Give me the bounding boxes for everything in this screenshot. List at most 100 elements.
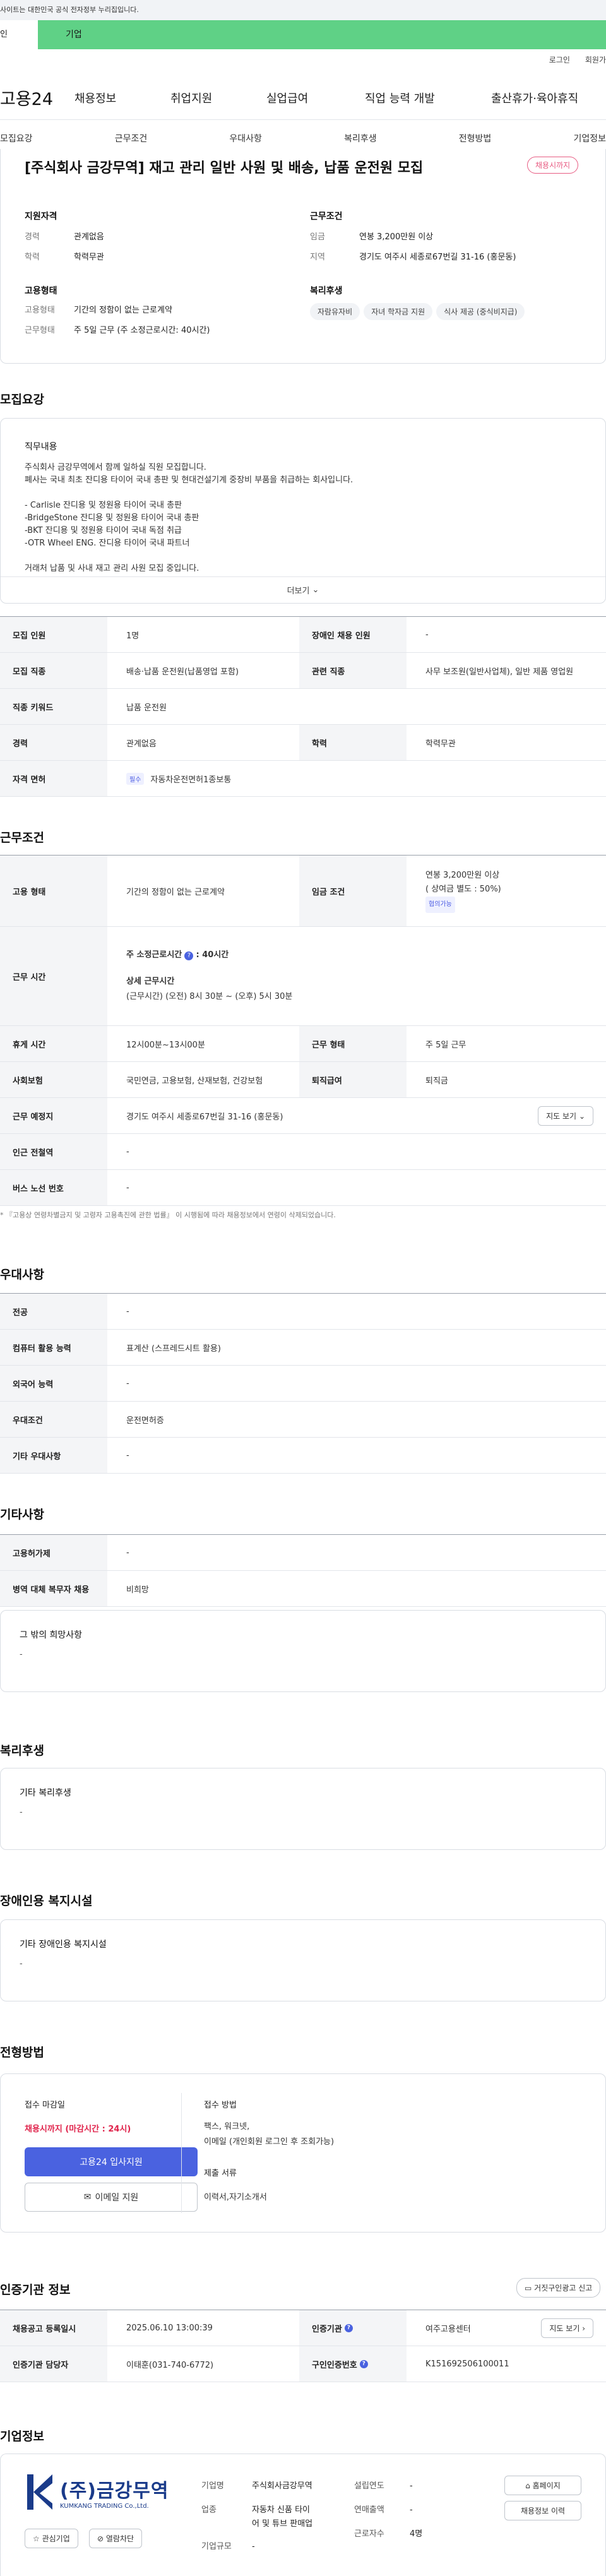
pref-table: 전공 - 컴퓨터 활용 능력 표계산 (스프레드시트 활용) 외국어 능력 - 우대조… [0,1293,606,1474]
welfare-tag: 자람유자비 [310,303,360,320]
map-button[interactable]: 지도 보기 ⌄ [538,1106,593,1126]
career-value: 관계없음 [74,232,104,242]
block-company-button[interactable]: ⊘ 열람차단 [89,2529,143,2548]
report-button[interactable]: ▭ 거짓구인광고 신고 [516,2278,601,2298]
gov-notice-banner: 사이트는 대한민국 공식 전자정부 누리집입니다. [0,0,606,20]
required-badge: 필수 [126,772,145,785]
job-description-card: 직무내용 주식회사 금강무역에서 함께 일하실 직원 모집합니다. 폐사는 국내 … [0,418,606,604]
company-info-col2: 설립연도 - 연매출액 - 근로자수 4명 [354,2481,423,2539]
company-card: (주)금강무역 KUMKANG TRADING Co.,Ltd. ☆ 관심기업 … [0,2454,606,2576]
favorite-company-button[interactable]: ☆ 관심기업 [25,2529,78,2548]
edu-value: 학력무관 [74,253,104,262]
qual-list: 경력 관계없음 학력 학력무관 [25,227,104,268]
tab-work-conditions[interactable]: 근무조건 [115,132,148,145]
info-icon[interactable]: ? [359,2359,368,2368]
process-card: 접수 마감일 채용시까지 (마감시간 : 24시) 고용24 입사지원 ✉ 이메일… [0,2073,606,2233]
info-icon[interactable]: ? [344,2323,353,2332]
email-apply-button[interactable]: ✉ 이메일 지원 [25,2183,198,2212]
tab-recruit[interactable]: 모집요강 [0,132,33,145]
cond-list: 임금 연봉 3,200만원 이상 지역 경기도 여주시 세종로67번길 31-16 … [310,227,516,268]
job-desc-text: 주식회사 금강무역에서 함께 일하실 직원 모집합니다. 폐사는 국내 최초 잔디… [25,463,354,573]
tab-company[interactable]: 기업 [38,20,82,49]
welfare-tags: 자람유자비 자녀 학자금 지원 식사 제공 (중식비지급) [310,303,528,320]
job-summary-card: [주식회사 금강무역] 재고 관리 일반 사원 및 배송, 납품 운전원 모집 … [0,149,606,364]
qual-heading: 지원자격 [25,212,57,222]
gnb-item-jobs[interactable]: 채용정보 [74,90,170,106]
table-row: 고용 형태 기간의 정함이 없는 근로계약 임금 조건 연봉 3,200만원 이상… [0,856,606,927]
cert-table: 채용공고 등록일시 2025.06.10 13:00:39 인증기관? 여주고용센… [0,2310,606,2382]
table-row: 사회보험 국민연금, 고용보험, 산재보험, 건강보험 퇴직급여 퇴직금 [0,1062,606,1098]
apply-button[interactable]: 고용24 입사지원 [25,2147,198,2176]
divider [181,2093,182,2213]
site-logo[interactable]: 고용24 [0,85,74,110]
company-logo-mark [27,2474,52,2510]
welfare-section-title: 복리후생 [0,1744,44,1758]
table-row: 근무 시간 주 소정근로시간 ? : 40시간 상세 근무시간 (근무시간) (… [0,927,606,1026]
chevron-down-icon: ⌄ [312,585,319,595]
homepage-button[interactable]: ⌂ 홈페이지 [504,2476,581,2495]
negotiable-badge: 협의가능 [425,897,455,913]
welfare-box: 기타 복리후생 - [0,1768,606,1850]
other-section-title: 기타사항 [0,1508,44,1522]
gov-notice-text: 사이트는 대한민국 공식 전자정부 누리집입니다. [0,6,139,14]
chevron-down-icon: ⌄ [578,1111,585,1121]
gnb-item-employment-support[interactable]: 취업지원 [170,90,266,106]
tab-welfare[interactable]: 복리후생 [344,132,377,145]
table-row: 인근 전철역 - [0,1134,606,1170]
recruit-section-title: 모집요강 [0,393,44,407]
job-desc-heading: 직무내용 [25,442,57,452]
block-icon: ⊘ [97,2534,104,2543]
recruit-table: 모집 인원 1명 장애인 채용 인원 - 모집 직종 배송·납품 운전원(납품영업 포… [0,616,606,797]
work-section-title: 근무조건 [0,831,44,845]
info-icon[interactable]: ? [184,951,194,960]
work-table: 고용 형태 기간의 정함이 없는 근로계약 임금 조건 연봉 3,200만원 이상… [0,855,606,1206]
tab-company[interactable]: 기업정보 [573,132,606,145]
join-link[interactable]: 회원가 [585,54,606,65]
login-link[interactable]: 로그인 [549,54,570,65]
tab-preferences[interactable]: 우대사항 [229,132,262,145]
tab-process[interactable]: 전형방법 [459,132,492,145]
emp-list: 고용형태 기간의 정함이 없는 근로계약 근무형태 주 5일 근무 (주 소정근로시… [25,306,210,335]
company-logo: (주)금강무역 KUMKANG TRADING Co.,Ltd. [25,2472,169,2512]
more-button[interactable]: 더보기 ⌄ [1,576,605,603]
user-type-tabs: 인 기업 [0,20,606,49]
age-notice: * 『고용상 연령차별금지 및 고령자 고용촉진에 관한 법률』 이 시행됨에 … [0,1211,336,1219]
other-table: 고용허가제 - 병역 대체 복무자 채용 비희망 [0,1534,606,1607]
gnb-item-parental-leave[interactable]: 출산휴가·육아휴직 [491,90,578,106]
area-value: 경기도 여주시 세종로67번길 31-16 (홍문동) [359,253,516,262]
table-row: 직종 키워드 납품 운전원 [0,689,606,725]
disab-section-title: 장애인용 복지시설 [0,1894,93,1908]
cond-heading: 근무조건 [310,212,343,222]
star-icon: ☆ [33,2534,40,2543]
wage-value: 연봉 3,200만원 이상 [359,232,434,242]
welfare-heading: 복리후생 [310,286,343,296]
cert-section-title: 인증기관 정보 [0,2283,71,2297]
document-icon: ▭ [525,2284,532,2293]
tab-personal[interactable]: 인 [0,20,38,49]
other-wish-box: 그 밖의 희망사항 - [0,1610,606,1692]
org-map-button[interactable]: 지도 보기 › [541,2318,593,2338]
table-row: 자격 면허 필수 자동차운전면허1종보통 [0,761,606,797]
welfare-tag: 식사 제공 (중식비지급) [436,303,525,320]
table-row: 경력 관계없음 학력 학력무관 [0,725,606,761]
table-row: 모집 직종 배송·납품 운전원(납품영업 포함) 관련 직종 사무 보조원(일반사업… [0,653,606,689]
docs-label: 제출 서류 [204,2169,237,2178]
gnb-item-training[interactable]: 직업 능력 개발 [365,90,491,106]
status-badge: 채용시까지 [527,157,579,174]
home-icon: ⌂ [525,2481,530,2490]
method-label: 접수 방법 [204,2101,237,2110]
emp-heading: 고용형태 [25,286,57,296]
table-row: 근무 예정지 경기도 여주시 세종로67번길 31-16 (홍문동) 지도 보기… [0,1098,606,1134]
process-section-title: 전형방법 [0,2046,44,2060]
company-info-col1: 기업명 주식회사금강무역 업종 자동차 신품 타이 어 및 튜브 판매업 기업규모 - [201,2481,313,2551]
job-title: [주식회사 금강무역] 재고 관리 일반 사원 및 배송, 납품 운전원 모집 [25,160,424,176]
welfare-tag: 자녀 학자금 지원 [364,303,433,320]
table-row: 휴게 시간 12시00분~13시00분 근무 형태 주 5일 근무 [0,1026,606,1062]
disab-box: 기타 장애인용 복지시설 - [0,1919,606,2001]
gnb-item-unemployment[interactable]: 실업급여 [266,90,365,106]
global-nav: 고용24 채용정보 취업지원 실업급여 직업 능력 개발 출산휴가·육아휴직 [0,76,606,120]
method-value: 팩스, 워크넷, 이메일 (개인회원 로그인 후 조회가능) [204,2122,335,2147]
table-row: 버스 노선 번호 - [0,1170,606,1206]
job-history-button[interactable]: 채용정보 이력 [504,2501,581,2520]
docs-value: 이력서,자기소개서 [204,2193,267,2202]
